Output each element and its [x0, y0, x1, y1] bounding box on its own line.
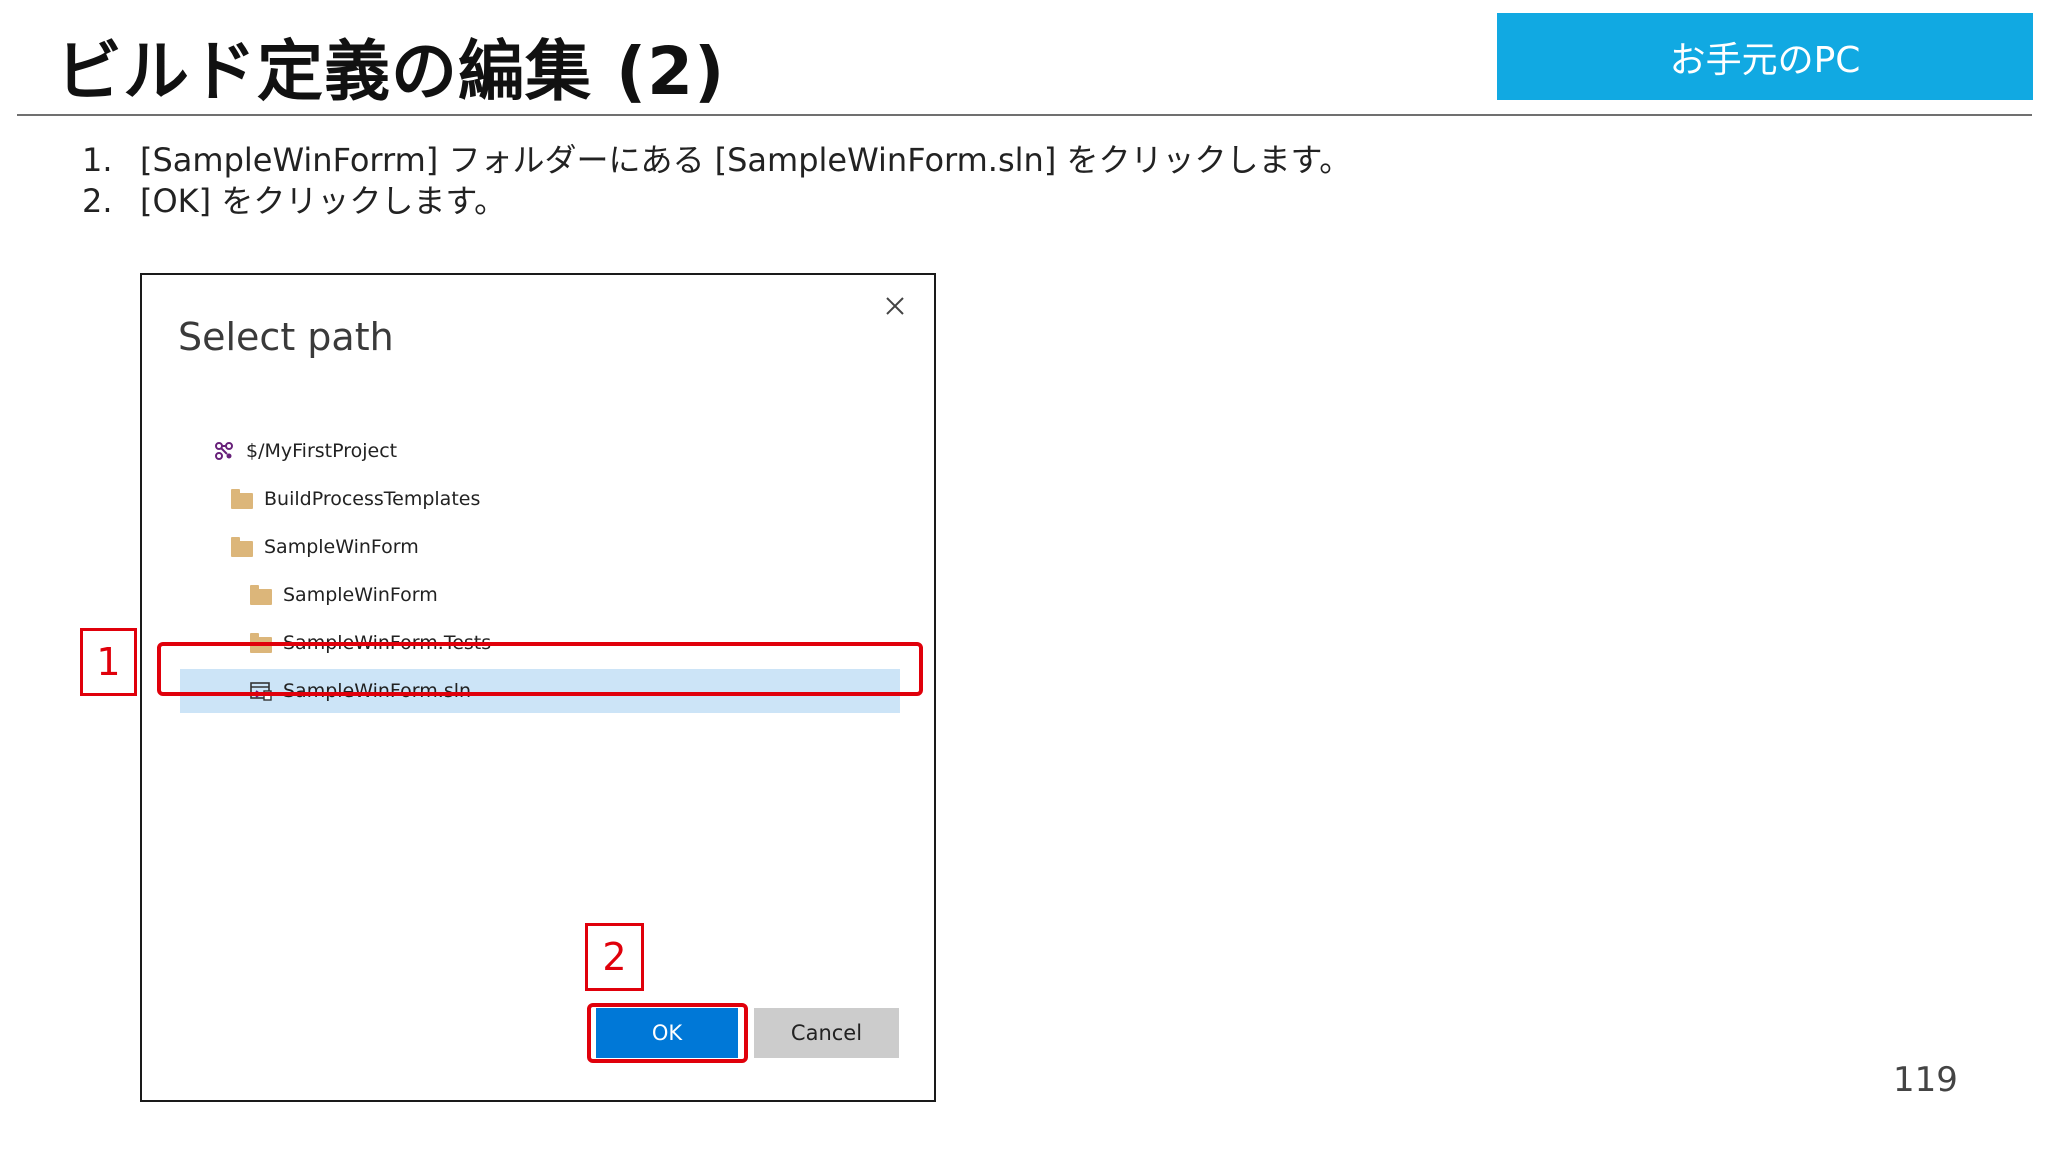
instruction-step: 2. [OK] をクリックします。 [82, 181, 1351, 222]
folder-icon [230, 536, 254, 558]
step-number: 2. [82, 182, 113, 220]
close-icon[interactable] [880, 291, 910, 321]
tree-item-label: $/MyFirstProject [246, 440, 398, 462]
instruction-list: 1. [SampleWinForrm] フォルダーにある [SampleWinF… [82, 140, 1351, 222]
slide-title: ビルド定義の編集 (2) [56, 33, 726, 110]
tree-item-folder[interactable]: SampleWinForm [230, 525, 419, 569]
highlight-ok-button [587, 1003, 748, 1063]
step-text: [SampleWinForrm] フォルダーにある [SampleWinForm… [140, 141, 1352, 179]
folder-icon [230, 488, 254, 510]
callout-step-1: 1 [80, 628, 137, 696]
tree-item-root[interactable]: $/MyFirstProject [212, 429, 397, 473]
folder-icon [249, 584, 273, 606]
page-number: 119 [1893, 1060, 1958, 1100]
cancel-button[interactable]: Cancel [754, 1008, 899, 1058]
dialog-title: Select path [178, 315, 394, 359]
tree-item-folder[interactable]: SampleWinForm [249, 573, 438, 617]
tree-item-folder[interactable]: BuildProcessTemplates [230, 477, 480, 521]
callout-step-2: 2 [585, 923, 644, 991]
tree-item-label: SampleWinForm [264, 536, 419, 558]
step-text: [OK] をクリックします。 [140, 182, 507, 220]
team-project-icon [212, 440, 236, 462]
title-divider [17, 114, 2032, 116]
highlight-solution-row [157, 642, 923, 696]
tree-item-label: BuildProcessTemplates [264, 488, 481, 510]
environment-badge: お手元のPC [1497, 13, 2033, 100]
step-number: 1. [82, 141, 113, 179]
tree-item-label: SampleWinForm [283, 584, 438, 606]
instruction-step: 1. [SampleWinForrm] フォルダーにある [SampleWinF… [82, 140, 1351, 181]
